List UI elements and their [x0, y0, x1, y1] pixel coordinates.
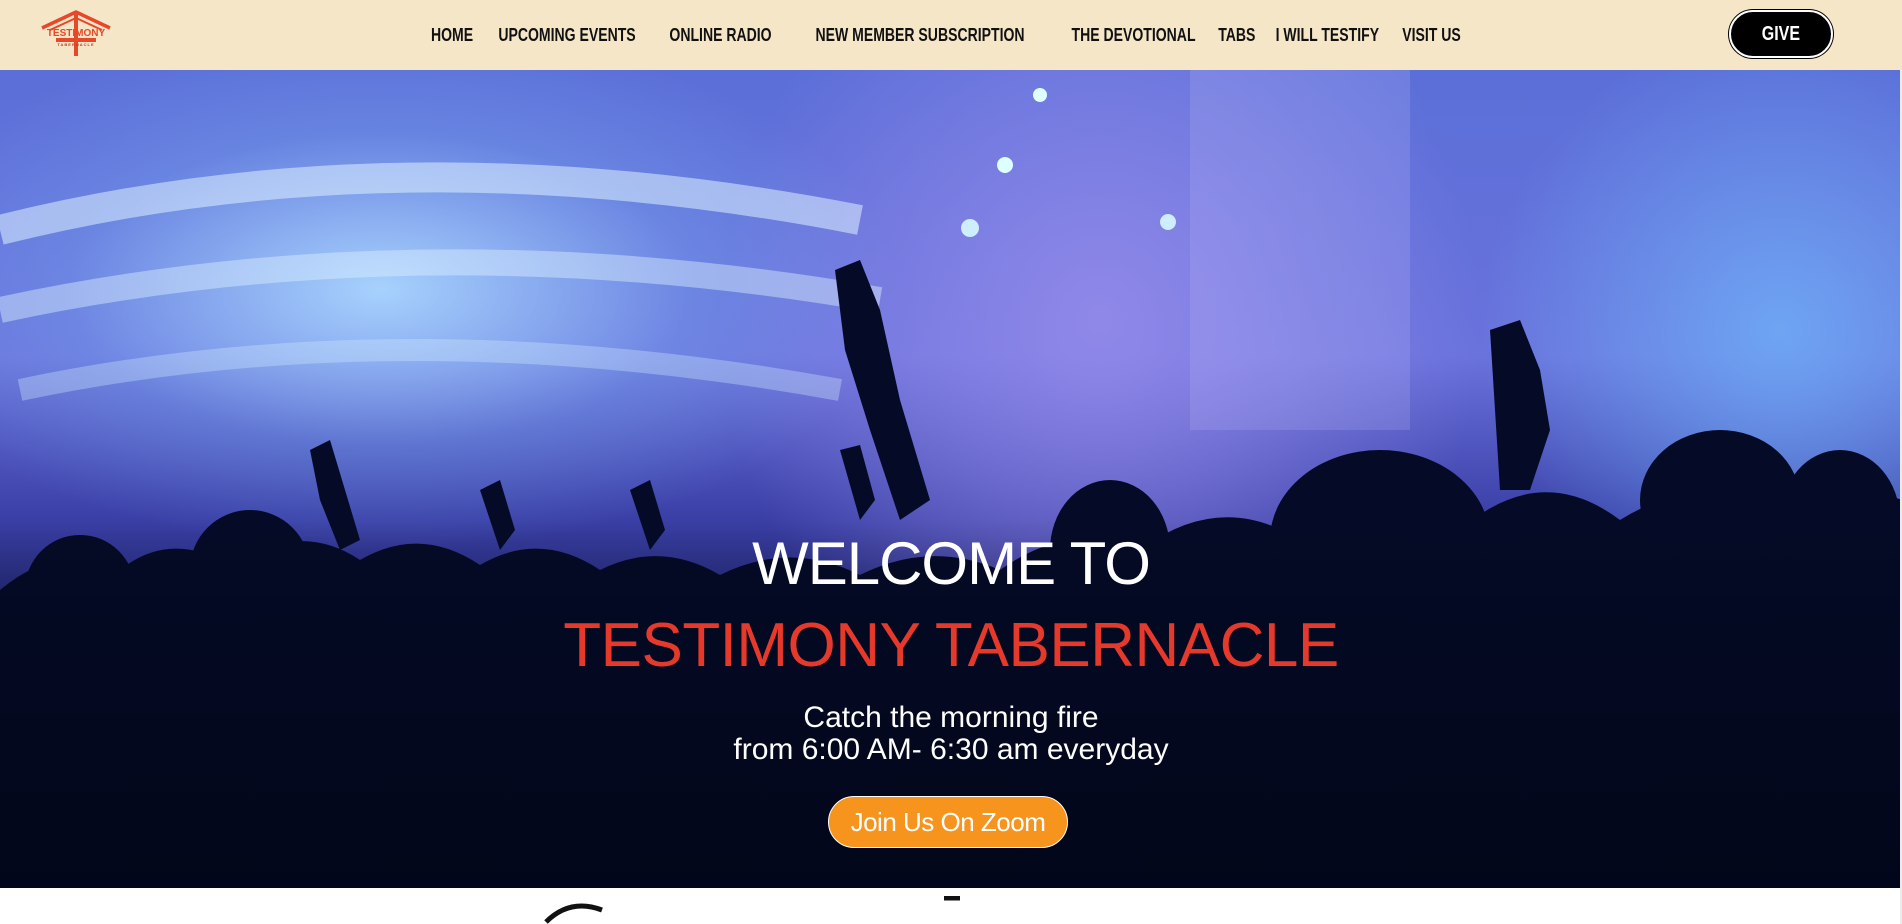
nav-upcoming-events[interactable]: UPCOMING EVENTS	[499, 25, 636, 46]
give-button-label: GIVE	[1761, 22, 1801, 45]
hero-church-name: TESTIMONY TABERNACLE	[563, 611, 1339, 680]
nav-visit-us[interactable]: VISIT US	[1402, 25, 1461, 46]
join-zoom-button[interactable]: Join Us On Zoom	[828, 796, 1068, 848]
next-section-peek	[0, 888, 1902, 924]
nav-i-will-testify[interactable]: I WILL TESTIFY	[1276, 25, 1379, 46]
nav-tabs[interactable]: TABS	[1219, 25, 1256, 46]
hero-tagline-line2: from 6:00 AM- 6:30 am everyday	[733, 733, 1169, 766]
give-button[interactable]: GIVE	[1729, 10, 1833, 58]
hero-banner: WELCOME TO TESTIMONY TABERNACLE Catch th…	[0, 70, 1902, 888]
next-section-heading-fragment	[544, 896, 960, 924]
nav-home[interactable]: HOME	[431, 25, 473, 46]
site-header: TESTIMONY TABERNACLE HOME UPCOMING EVENT…	[0, 0, 1902, 70]
nav-online-radio[interactable]: ONLINE RADIO	[670, 25, 772, 46]
hero-tagline: Catch the morning fire from 6:00 AM- 6:3…	[0, 702, 1902, 766]
main-nav: HOME UPCOMING EVENTS ONLINE RADIO NEW ME…	[0, 0, 1902, 70]
nav-new-member-subscription[interactable]: NEW MEMBER SUBSCRIPTION	[816, 25, 1025, 46]
hero-content: WELCOME TO TESTIMONY TABERNACLE Catch th…	[0, 70, 1902, 888]
nav-the-devotional[interactable]: THE DEVOTIONAL	[1072, 25, 1196, 46]
hero-welcome-heading: WELCOME TO	[752, 530, 1151, 597]
hero-tagline-line1: Catch the morning fire	[803, 701, 1099, 734]
page: TESTIMONY TABERNACLE HOME UPCOMING EVENT…	[0, 0, 1902, 924]
